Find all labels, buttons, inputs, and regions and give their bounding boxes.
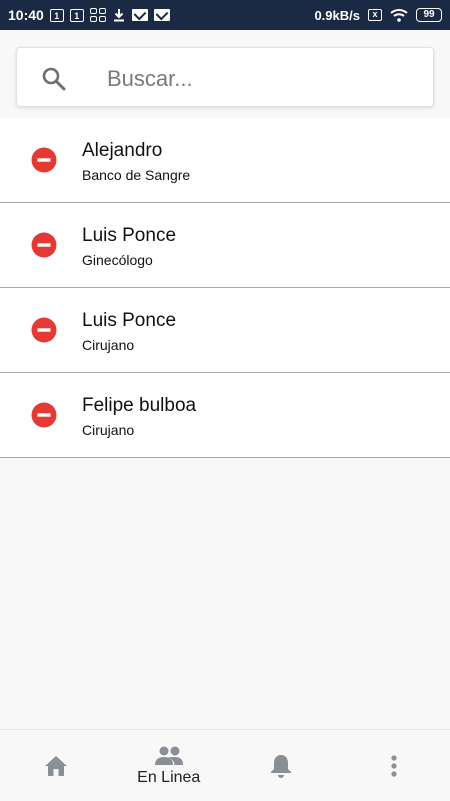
notification-icon: 1 — [70, 9, 84, 22]
contact-role: Ginecólogo — [82, 252, 153, 268]
network-speed: 0.9kB/s — [314, 8, 360, 23]
bottom-navigation: En Linea — [0, 729, 450, 801]
list-item[interactable]: Luis Ponce Cirujano — [0, 288, 450, 373]
contact-role: Cirujano — [82, 422, 134, 438]
nav-label-en-linea: En Linea — [137, 769, 200, 787]
list-item[interactable]: Luis Ponce Ginecólogo — [0, 203, 450, 288]
contact-name: Felipe bulboa — [82, 395, 196, 417]
contact-name: Luis Ponce — [82, 310, 176, 332]
search-icon — [41, 66, 67, 92]
bell-icon — [269, 753, 293, 779]
nav-en-linea[interactable]: En Linea — [113, 730, 226, 801]
contact-name: Luis Ponce — [82, 225, 176, 247]
search-area — [0, 30, 450, 118]
search-bar[interactable] — [16, 47, 434, 107]
more-vert-icon — [390, 754, 398, 778]
sim-status-icon: x — [368, 9, 382, 21]
download-icon — [112, 8, 126, 22]
people-icon — [154, 745, 184, 767]
search-input[interactable] — [105, 58, 409, 100]
notification-icon: 1 — [50, 9, 64, 22]
mail-icon — [132, 9, 148, 21]
wifi-icon — [390, 8, 408, 22]
list-item[interactable]: Alejandro Banco de Sangre — [0, 118, 450, 203]
contact-name: Alejandro — [82, 140, 162, 162]
nav-home[interactable] — [0, 730, 113, 801]
apps-grid-icon — [90, 8, 106, 22]
nav-notifications[interactable] — [225, 730, 338, 801]
remove-circle-icon[interactable] — [31, 317, 57, 343]
list-item[interactable]: Felipe bulboa Cirujano — [0, 373, 450, 458]
remove-circle-icon[interactable] — [31, 232, 57, 258]
home-icon — [43, 754, 69, 778]
contact-list: Alejandro Banco de Sangre Luis Ponce Gin… — [0, 118, 450, 458]
mail-icon — [154, 9, 170, 21]
battery-indicator: 99 — [416, 8, 442, 22]
status-bar: 10:40 1 1 0.9kB/s x 99 — [0, 0, 450, 30]
clock: 10:40 — [8, 7, 44, 23]
contact-role: Banco de Sangre — [82, 167, 190, 183]
remove-circle-icon[interactable] — [31, 147, 57, 173]
contact-role: Cirujano — [82, 337, 134, 353]
nav-more[interactable] — [338, 730, 450, 801]
remove-circle-icon[interactable] — [31, 402, 57, 428]
